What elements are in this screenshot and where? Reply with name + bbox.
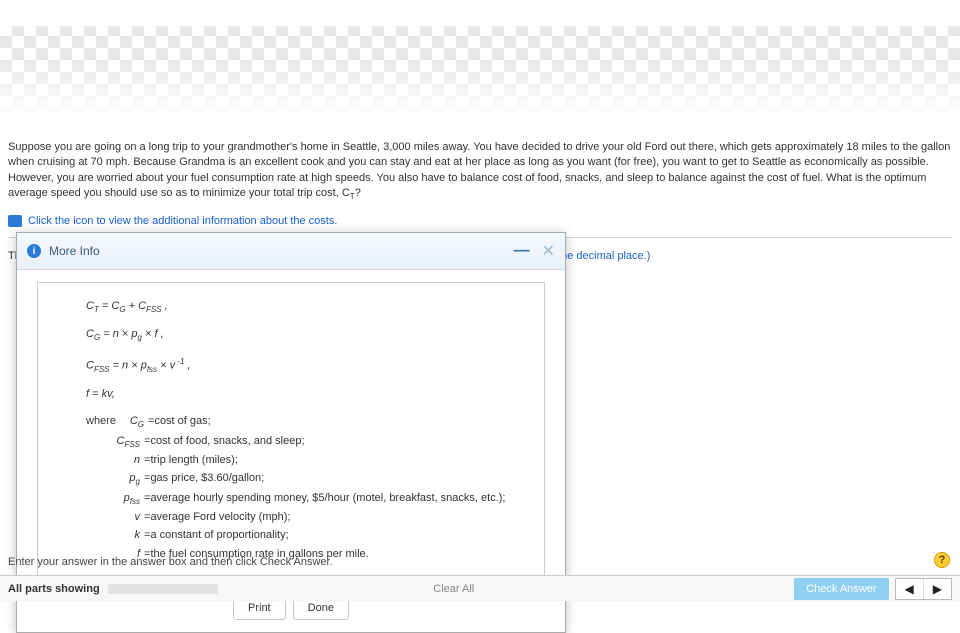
t6: × f , [142,328,164,340]
next-icon[interactable]: ▶ [923,579,951,599]
dialog-body: CT = CG + CFSS , CG = n × pg × f , CFSS … [17,270,565,588]
help-icon[interactable]: ? [934,552,950,568]
def-pg: gas price, $3.60/gallon; [150,471,264,487]
def-k: a constant of proportionality; [150,528,288,543]
additional-info-link[interactable]: Click the icon to view the additional in… [28,215,337,227]
where-block: whereCG = cost of gas; CFSS = cost of fo… [86,414,516,562]
t9: × v [157,359,175,371]
t8: = n × p [110,359,147,371]
eq-cfss: CFSS = n × pfss × v -1 , [86,356,516,375]
t4: C [86,328,94,340]
more-info-dialog: i More Info — ✕ CT = CG + CFSS , CG = n … [16,232,566,633]
footer-bar: All parts showing Clear All Check Answer… [0,575,960,601]
t2: = C [99,300,119,312]
check-answer-button[interactable]: Check Answer [794,578,888,600]
formula-box: CT = CG + CFSS , CG = n × pg × f , CFSS … [37,282,545,576]
close-icon[interactable]: ✕ [542,241,555,261]
problem-body: Suppose you are going on a long trip to … [8,141,950,199]
nav-box: ◀ ▶ [895,578,952,600]
eq-ct: CT = CG + CFSS , [86,299,516,315]
problem-text: Suppose you are going on a long trip to … [8,140,952,203]
info-link-row: Click the icon to view the additional in… [8,215,952,227]
def-cg: cost of gas; [154,414,210,430]
def-v: average Ford velocity (mph); [150,510,290,525]
parts-label: All parts showing [8,583,100,595]
t3: + C [126,300,146,312]
dialog-header: i More Info — ✕ [17,233,565,270]
progress-bar [108,584,218,594]
t7: C [86,359,94,371]
prev-icon[interactable]: ◀ [896,579,923,599]
def-pfss: average hourly spending money, $5/hour (… [150,491,505,507]
problem-suffix: ? [355,187,361,199]
def-cfss: cost of food, snacks, and sleep; [150,434,304,450]
t5: = n × p [100,328,137,340]
white-fade [0,60,960,140]
def-n: trip length (miles); [150,453,237,468]
where-label: where [86,414,126,430]
book-icon[interactable] [8,215,22,227]
info-icon: i [27,244,41,258]
instruction-text: Enter your answer in the answer box and … [8,556,333,568]
t1: C [86,300,94,312]
eq-fkv: f = kv, [86,387,516,402]
dialog-title: More Info [49,244,514,258]
clear-all-button[interactable]: Clear All [433,583,474,595]
minimize-icon[interactable]: — [514,242,530,260]
eq-cg: CG = n × pg × f , [86,327,516,343]
